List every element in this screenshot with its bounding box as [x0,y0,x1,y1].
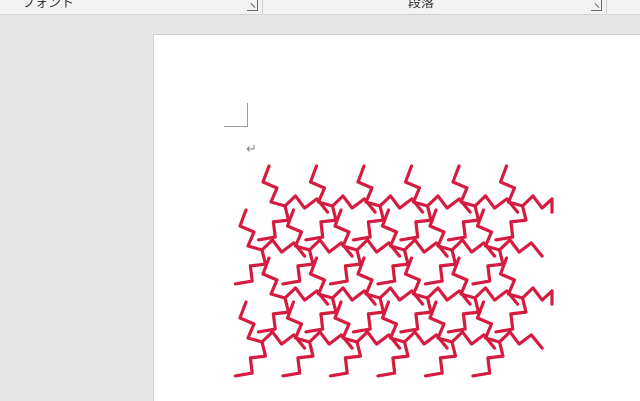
pattern-stroke [351,296,386,334]
pattern-stroke [238,300,264,344]
tomoe-tessellation-graphic[interactable] [0,0,640,400]
pattern-stroke [446,204,481,242]
pattern-stroke [423,248,458,286]
pattern-stroke [520,194,554,214]
pattern-stroke [328,248,363,286]
pattern-stroke [399,204,433,242]
pattern-stroke [497,330,544,350]
pattern-stroke [233,340,268,378]
pattern-stroke [471,340,505,378]
pattern-stroke [520,286,554,306]
pattern-stroke [233,248,268,286]
pattern-stroke [376,248,410,286]
pattern-stroke [497,238,544,258]
pattern-stroke [494,296,528,334]
pattern-stroke [238,208,264,252]
pattern-stroke [261,256,287,300]
pattern-stroke [281,340,315,378]
pattern-stroke [256,204,291,242]
pattern-stroke [351,204,386,242]
pattern-stroke [281,248,315,286]
pattern-stroke [376,340,410,378]
pattern-stroke [423,340,458,378]
pattern-stroke [304,296,338,334]
pattern-stroke [304,204,338,242]
pattern-stroke [328,340,363,378]
pattern-stroke [494,204,528,242]
pattern-stroke [471,248,505,286]
pattern-stroke [446,296,481,334]
pattern-stroke [399,296,433,334]
pattern-stroke [261,164,287,208]
pattern-stroke [256,296,291,334]
